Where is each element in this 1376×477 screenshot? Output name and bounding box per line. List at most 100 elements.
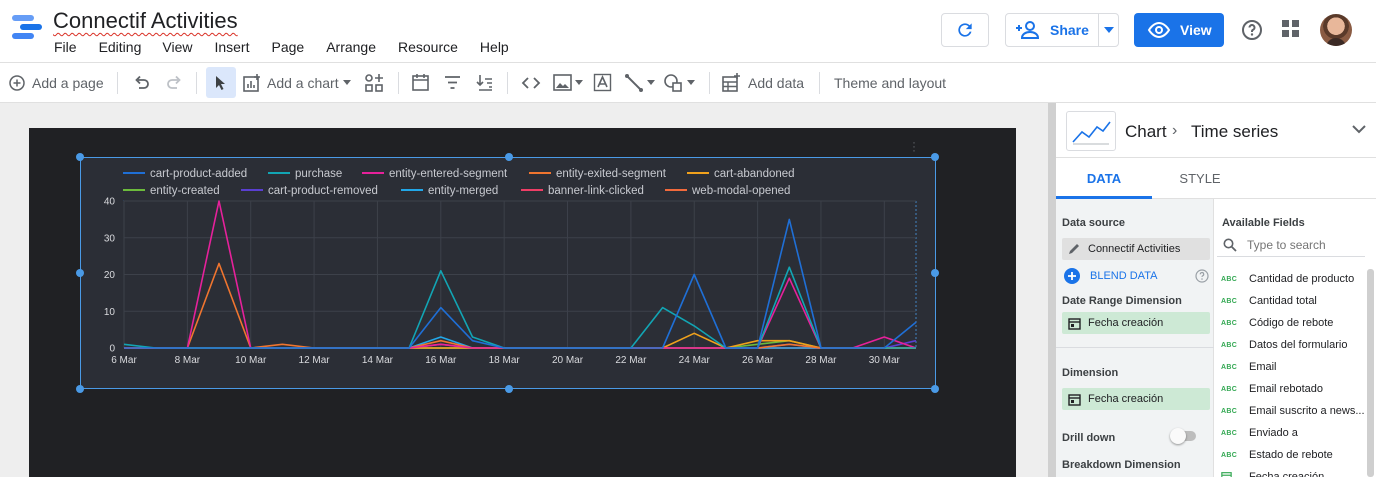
menu-resource[interactable]: Resource — [398, 39, 458, 55]
report-title[interactable]: Connectif Activities — [53, 8, 238, 34]
x-tick-label: 6 Mar — [111, 355, 137, 366]
resize-handle-right[interactable] — [931, 269, 939, 277]
tab-data[interactable]: DATA — [1056, 159, 1152, 199]
more-options-icon[interactable]: · · · — [912, 136, 916, 156]
time-series-chart[interactable]: 0 10 20 30 40 6 Mar 8 Mar 10 Mar 12 Mar 14 Mar 16 … — [80, 157, 936, 389]
date-range-dimension-chip[interactable]: Fecha creación — [1062, 312, 1210, 334]
user-avatar[interactable] — [1320, 14, 1352, 46]
undo-button[interactable] — [133, 63, 151, 102]
y-tick-label: 0 — [109, 344, 115, 355]
y-tick-label: 20 — [104, 270, 116, 281]
properties-panel: Chart › Time series DATA STYLE Data sour… — [1056, 103, 1376, 477]
theme-and-layout-button[interactable]: Theme and layout — [834, 63, 946, 102]
menu-insert[interactable]: Insert — [214, 39, 249, 55]
canvas-scrollbar[interactable] — [1048, 103, 1056, 477]
available-fields-column: Available Fields Type to search ABC Canti… — [1215, 199, 1376, 477]
add-circle-icon — [1064, 268, 1080, 284]
blend-data-button[interactable]: BLEND DATA — [1064, 268, 1157, 284]
data-source-chip[interactable]: Connectif Activities — [1062, 238, 1210, 260]
filter-control-button[interactable] — [443, 63, 462, 102]
x-tick-label: 28 Mar — [805, 355, 837, 366]
date-range-control-button[interactable] — [411, 63, 430, 102]
x-tick-label: 20 Mar — [552, 355, 584, 366]
date-range-dimension-value: Fecha creación — [1088, 317, 1164, 329]
tab-style[interactable]: STYLE — [1152, 159, 1248, 199]
help-icon[interactable] — [1241, 19, 1263, 41]
menu-page[interactable]: Page — [271, 39, 304, 55]
x-tick-label: 8 Mar — [175, 355, 201, 366]
redo-button[interactable] — [165, 63, 183, 102]
select-tool-button[interactable] — [206, 67, 236, 98]
resize-handle-top-right[interactable] — [931, 153, 939, 161]
pencil-icon[interactable] — [1067, 242, 1081, 256]
available-field-item[interactable]: ABC Código de rebote — [1221, 312, 1333, 334]
chevron-down-icon[interactable] — [1352, 125, 1366, 134]
view-button[interactable]: View — [1134, 13, 1224, 47]
drill-down-label: Drill down — [1062, 432, 1116, 444]
menu-view[interactable]: View — [162, 39, 192, 55]
available-field-item[interactable]: Fecha creación — [1221, 466, 1324, 477]
resize-handle-bottom[interactable] — [505, 385, 513, 393]
text-box-button[interactable] — [593, 63, 612, 102]
share-label: Share — [1050, 22, 1089, 38]
shape-tool-button[interactable] — [663, 63, 695, 102]
text-field-icon: ABC — [1221, 407, 1238, 415]
image-button[interactable] — [553, 63, 583, 102]
text-box-icon — [593, 73, 612, 92]
menu-arrange[interactable]: Arrange — [326, 39, 376, 55]
available-field-item[interactable]: ABC Datos del formulario — [1221, 334, 1347, 356]
add-circle-icon — [9, 74, 25, 91]
caret-down-icon — [575, 80, 583, 85]
apps-grid-icon[interactable] — [1281, 19, 1301, 39]
resize-handle-left[interactable] — [76, 269, 84, 277]
text-field-icon: ABC — [1221, 297, 1238, 305]
add-page-button[interactable]: Add a page — [9, 63, 104, 102]
resize-handle-top-left[interactable] — [76, 153, 84, 161]
dimension-label: Dimension — [1062, 367, 1119, 379]
resize-handle-bottom-left[interactable] — [76, 385, 84, 393]
data-config-column: Data source Connectif Activities BLEND D… — [1056, 199, 1214, 477]
caret-down-icon — [647, 80, 655, 85]
available-field-name: Cantidad total — [1249, 295, 1317, 307]
share-dropdown[interactable] — [1099, 27, 1118, 33]
legend-label: purchase — [295, 168, 342, 180]
refresh-button[interactable] — [941, 13, 989, 47]
add-data-icon — [722, 72, 740, 92]
line-tool-button[interactable] — [624, 63, 655, 102]
chart-type-thumbnail[interactable] — [1066, 111, 1116, 151]
available-field-name: Fecha creación — [1249, 471, 1325, 477]
drill-down-toggle[interactable] — [1170, 428, 1196, 444]
field-search-input[interactable]: Type to search — [1217, 233, 1365, 257]
available-field-item[interactable]: ABC Email — [1221, 356, 1277, 378]
dimension-chip[interactable]: Fecha creación — [1062, 388, 1210, 410]
share-main-button[interactable]: Share — [1006, 14, 1099, 46]
share-button[interactable]: Share — [1005, 13, 1119, 47]
looker-studio-logo-icon[interactable] — [12, 15, 42, 41]
available-field-item[interactable]: ABC Email suscrito a news... — [1221, 400, 1365, 422]
available-field-item[interactable]: ABC Enviado a — [1221, 422, 1298, 444]
available-field-item[interactable]: ABC Estado de rebote — [1221, 444, 1333, 466]
add-chart-button[interactable]: Add a chart — [242, 63, 351, 102]
available-field-item[interactable]: ABC Email rebotado — [1221, 378, 1323, 400]
available-field-item[interactable]: ABC Cantidad total — [1221, 290, 1317, 312]
y-tick-label: 40 — [104, 197, 116, 208]
add-data-button[interactable]: Add data — [721, 63, 804, 102]
panel-chart-type[interactable]: Time series — [1191, 122, 1278, 142]
x-tick-label: 10 Mar — [235, 355, 267, 366]
x-tick-label: 22 Mar — [615, 355, 647, 366]
available-field-item[interactable]: ABC Cantidad de producto — [1221, 268, 1354, 290]
menu-help[interactable]: Help — [480, 39, 509, 55]
text-field-icon: ABC — [1221, 319, 1238, 327]
y-tick-label: 30 — [104, 233, 116, 244]
menu-file[interactable]: File — [54, 39, 77, 55]
data-source-name: Connectif Activities — [1088, 243, 1181, 255]
add-control-button[interactable] — [364, 63, 384, 102]
embed-url-button[interactable] — [521, 63, 541, 102]
help-icon[interactable] — [1195, 269, 1209, 283]
available-field-name: Enviado a — [1249, 427, 1298, 439]
field-list-scrollbar[interactable] — [1367, 269, 1374, 477]
resize-handle-top[interactable] — [505, 153, 513, 161]
menu-editing[interactable]: Editing — [99, 39, 142, 55]
sort-control-button[interactable] — [475, 63, 494, 102]
resize-handle-bottom-right[interactable] — [931, 385, 939, 393]
